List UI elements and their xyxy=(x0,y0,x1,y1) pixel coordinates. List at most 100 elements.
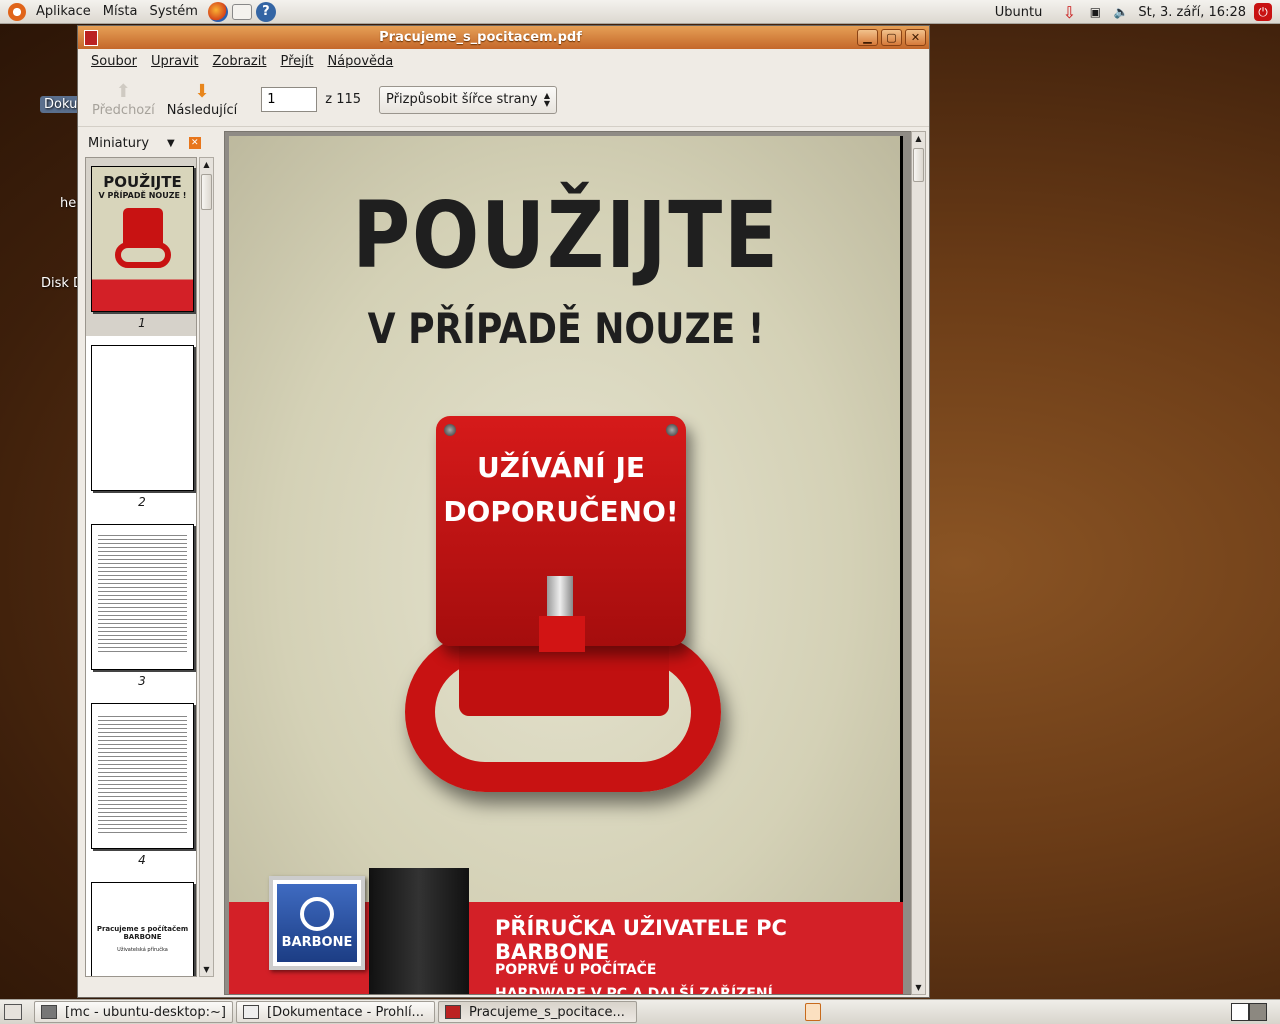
sidebar-title[interactable]: Miniatury xyxy=(88,136,149,151)
help-icon[interactable]: ? xyxy=(255,1,276,22)
thumbnail-page-3[interactable] xyxy=(91,524,194,670)
thumbnail-page-2[interactable] xyxy=(91,345,194,491)
thumbnail-1-title: POUŽIJTE xyxy=(103,173,182,191)
taskbar-item-documentation[interactable]: [Dokumentace - Prohlí... xyxy=(236,1001,435,1023)
close-button[interactable]: ✕ xyxy=(905,29,926,46)
scroll-up-icon[interactable]: ▲ xyxy=(912,132,925,145)
power-icon[interactable]: ⏻ xyxy=(1254,3,1272,21)
thumbnail-number: 2 xyxy=(138,495,146,509)
thumbnail-page-4[interactable] xyxy=(91,703,194,849)
thumbnail-page-1[interactable]: POUŽIJTE V PŘÍPADĚ NOUZE ! xyxy=(91,166,194,312)
workspace-2[interactable] xyxy=(1249,1003,1267,1021)
user-switcher[interactable]: Ubuntu xyxy=(989,5,1049,20)
menu-help[interactable]: Nápověda xyxy=(320,54,400,69)
thumbnail-5-title: Pracujeme s počítačem xyxy=(96,925,189,933)
thumbnail-5-small: Uživatelská příručka xyxy=(117,947,168,953)
terminal-icon xyxy=(41,1005,57,1019)
arrow-down-icon: ⬇ xyxy=(194,81,210,102)
page-count-label: z 115 xyxy=(325,92,362,107)
pdf-page: POUŽIJTE V PŘÍPADĚ NOUZE ! UŽÍVÁNÍ JE DO… xyxy=(229,136,903,995)
document-view[interactable]: POUŽIJTE V PŘÍPADĚ NOUZE ! UŽÍVÁNÍ JE DO… xyxy=(224,131,912,995)
minimize-button[interactable]: ▁ xyxy=(857,29,878,46)
firefox-icon[interactable] xyxy=(207,1,228,22)
taskbar-item-terminal[interactable]: [mc - ubuntu-desktop:~] xyxy=(34,1001,233,1023)
workspace-1[interactable] xyxy=(1231,1003,1249,1021)
task-label: Pracujeme_s_pocitace... xyxy=(469,1004,625,1020)
desktop-icon-home[interactable]: he xyxy=(60,196,76,211)
monitor-image: BARBONE xyxy=(269,876,365,970)
menu-file[interactable]: Soubor xyxy=(84,54,144,69)
document-icon xyxy=(243,1005,259,1019)
sidebar-scroll-thumb[interactable] xyxy=(201,174,212,210)
document-scroll-thumb[interactable] xyxy=(913,148,924,182)
banner-line-2: HARDWARE V PC A DALŠÍ ZAŘÍZENÍ xyxy=(495,986,773,995)
top-panel: Aplikace Místa Systém ? Ubuntu ⇩ ▣ 🔈 St,… xyxy=(0,0,1280,24)
next-page-button[interactable]: ⬇ Následující xyxy=(161,81,244,118)
previous-page-label: Předchozí xyxy=(92,103,155,118)
pdf-icon xyxy=(445,1005,461,1019)
menubar: Soubor Upravit Zobrazit Přejít Nápověda xyxy=(78,49,929,73)
toolbar: ⬆ Předchozí ⬇ Následující z 115 Přizpůso… xyxy=(78,73,929,127)
thumbnail-1-ring xyxy=(114,242,171,268)
screw-icon xyxy=(666,424,678,436)
lever-line-2: DOPORUČENO! xyxy=(443,495,679,528)
maximize-button[interactable]: ▢ xyxy=(881,29,902,46)
brand-label: BARBONE xyxy=(281,934,353,950)
thumbnail-number: 1 xyxy=(138,316,146,330)
pc-tower-image xyxy=(369,868,469,994)
scroll-up-icon[interactable]: ▲ xyxy=(200,158,213,171)
page-number-input[interactable] xyxy=(261,87,318,112)
task-label: [mc - ubuntu-desktop:~] xyxy=(64,1004,226,1020)
sidebar-splitter[interactable] xyxy=(216,131,222,977)
ubuntu-logo-icon[interactable] xyxy=(8,2,26,21)
show-desktop-icon[interactable] xyxy=(4,1004,22,1020)
menu-applications[interactable]: Aplikace xyxy=(30,4,97,19)
monitor-screen: BARBONE xyxy=(277,884,357,962)
window-title: Pracujeme_s_pocitacem.pdf xyxy=(379,30,582,45)
scroll-down-icon[interactable]: ▼ xyxy=(200,963,213,976)
next-page-label: Následující xyxy=(166,103,238,118)
screw-icon xyxy=(444,424,456,436)
mail-icon[interactable] xyxy=(231,3,252,20)
zoom-value: Přizpůsobit šířce strany xyxy=(386,92,538,107)
trash-icon[interactable] xyxy=(805,1003,821,1021)
thumbnail-text-lines xyxy=(92,716,193,833)
network-icon[interactable]: ▣ xyxy=(1086,3,1104,21)
spin-arrows-icon: ▲ ▼ xyxy=(543,90,551,108)
thumbnail-5-subtitle: BARBONE xyxy=(123,933,162,941)
document-scrollbar[interactable]: ▲ ▼ xyxy=(911,131,926,995)
pdf-viewer-window: Pracujeme_s_pocitacem.pdf ▁ ▢ ✕ Soubor U… xyxy=(77,25,930,998)
menu-view[interactable]: Zobrazit xyxy=(205,54,273,69)
barbone-logo-icon xyxy=(300,896,334,931)
clock[interactable]: St, 3. září, 16:28 xyxy=(1134,5,1250,20)
scroll-down-icon[interactable]: ▼ xyxy=(912,981,925,994)
update-notifier-icon[interactable]: ⇩ xyxy=(1060,3,1078,22)
app-icon[interactable] xyxy=(84,29,98,46)
lever-block xyxy=(539,616,585,652)
chevron-down-icon[interactable]: ▼ xyxy=(167,138,175,149)
banner-subtitle: POPRVÉ U POČÍTAČE HARDWARE V PC A DALŠÍ … xyxy=(495,958,773,995)
taskbar-item-pdf[interactable]: Pracujeme_s_pocitace... xyxy=(438,1001,637,1023)
previous-page-button[interactable]: ⬆ Předchozí xyxy=(86,81,161,118)
menu-places[interactable]: Místa xyxy=(97,4,144,19)
thumbnail-text-lines xyxy=(92,535,193,652)
page-subheadline: V PŘÍPADĚ NOUZE ! xyxy=(367,304,765,353)
thumbnail-1-subtitle: V PŘÍPADĚ NOUZE ! xyxy=(98,191,187,200)
sidebar-scrollbar[interactable]: ▲ ▼ xyxy=(199,157,214,977)
menu-edit[interactable]: Upravit xyxy=(144,54,205,69)
menu-system[interactable]: Systém xyxy=(143,4,203,19)
sidebar-close-icon[interactable]: ✕ xyxy=(188,137,201,149)
menu-go[interactable]: Přejít xyxy=(273,54,320,69)
thumbnail-page-5[interactable]: Pracujeme s počítačem BARBONE Uživatelsk… xyxy=(91,882,194,976)
sidebar-header: Miniatury ▼ ✕ xyxy=(82,131,214,155)
window-titlebar[interactable]: Pracujeme_s_pocitacem.pdf ▁ ▢ ✕ xyxy=(78,26,929,49)
banner-title: PŘÍRUČKA UŽIVATELE PC BARBONE xyxy=(495,916,787,964)
zoom-select[interactable]: Přizpůsobit šířce strany ▲ ▼ xyxy=(379,85,558,114)
thumbnail-list: POUŽIJTE V PŘÍPADĚ NOUZE ! 1 2 3 4 Pracu… xyxy=(85,157,197,977)
banner-line-1: POPRVÉ U POČÍTAČE xyxy=(495,962,657,978)
thumbnail-number: 4 xyxy=(138,853,146,867)
task-label: [Dokumentace - Prohlí... xyxy=(267,1004,424,1020)
lever-line-1: UŽÍVÁNÍ JE xyxy=(476,451,646,484)
volume-icon[interactable]: 🔈 xyxy=(1112,3,1130,21)
desktop-icon-documents[interactable]: Doku xyxy=(40,96,82,113)
